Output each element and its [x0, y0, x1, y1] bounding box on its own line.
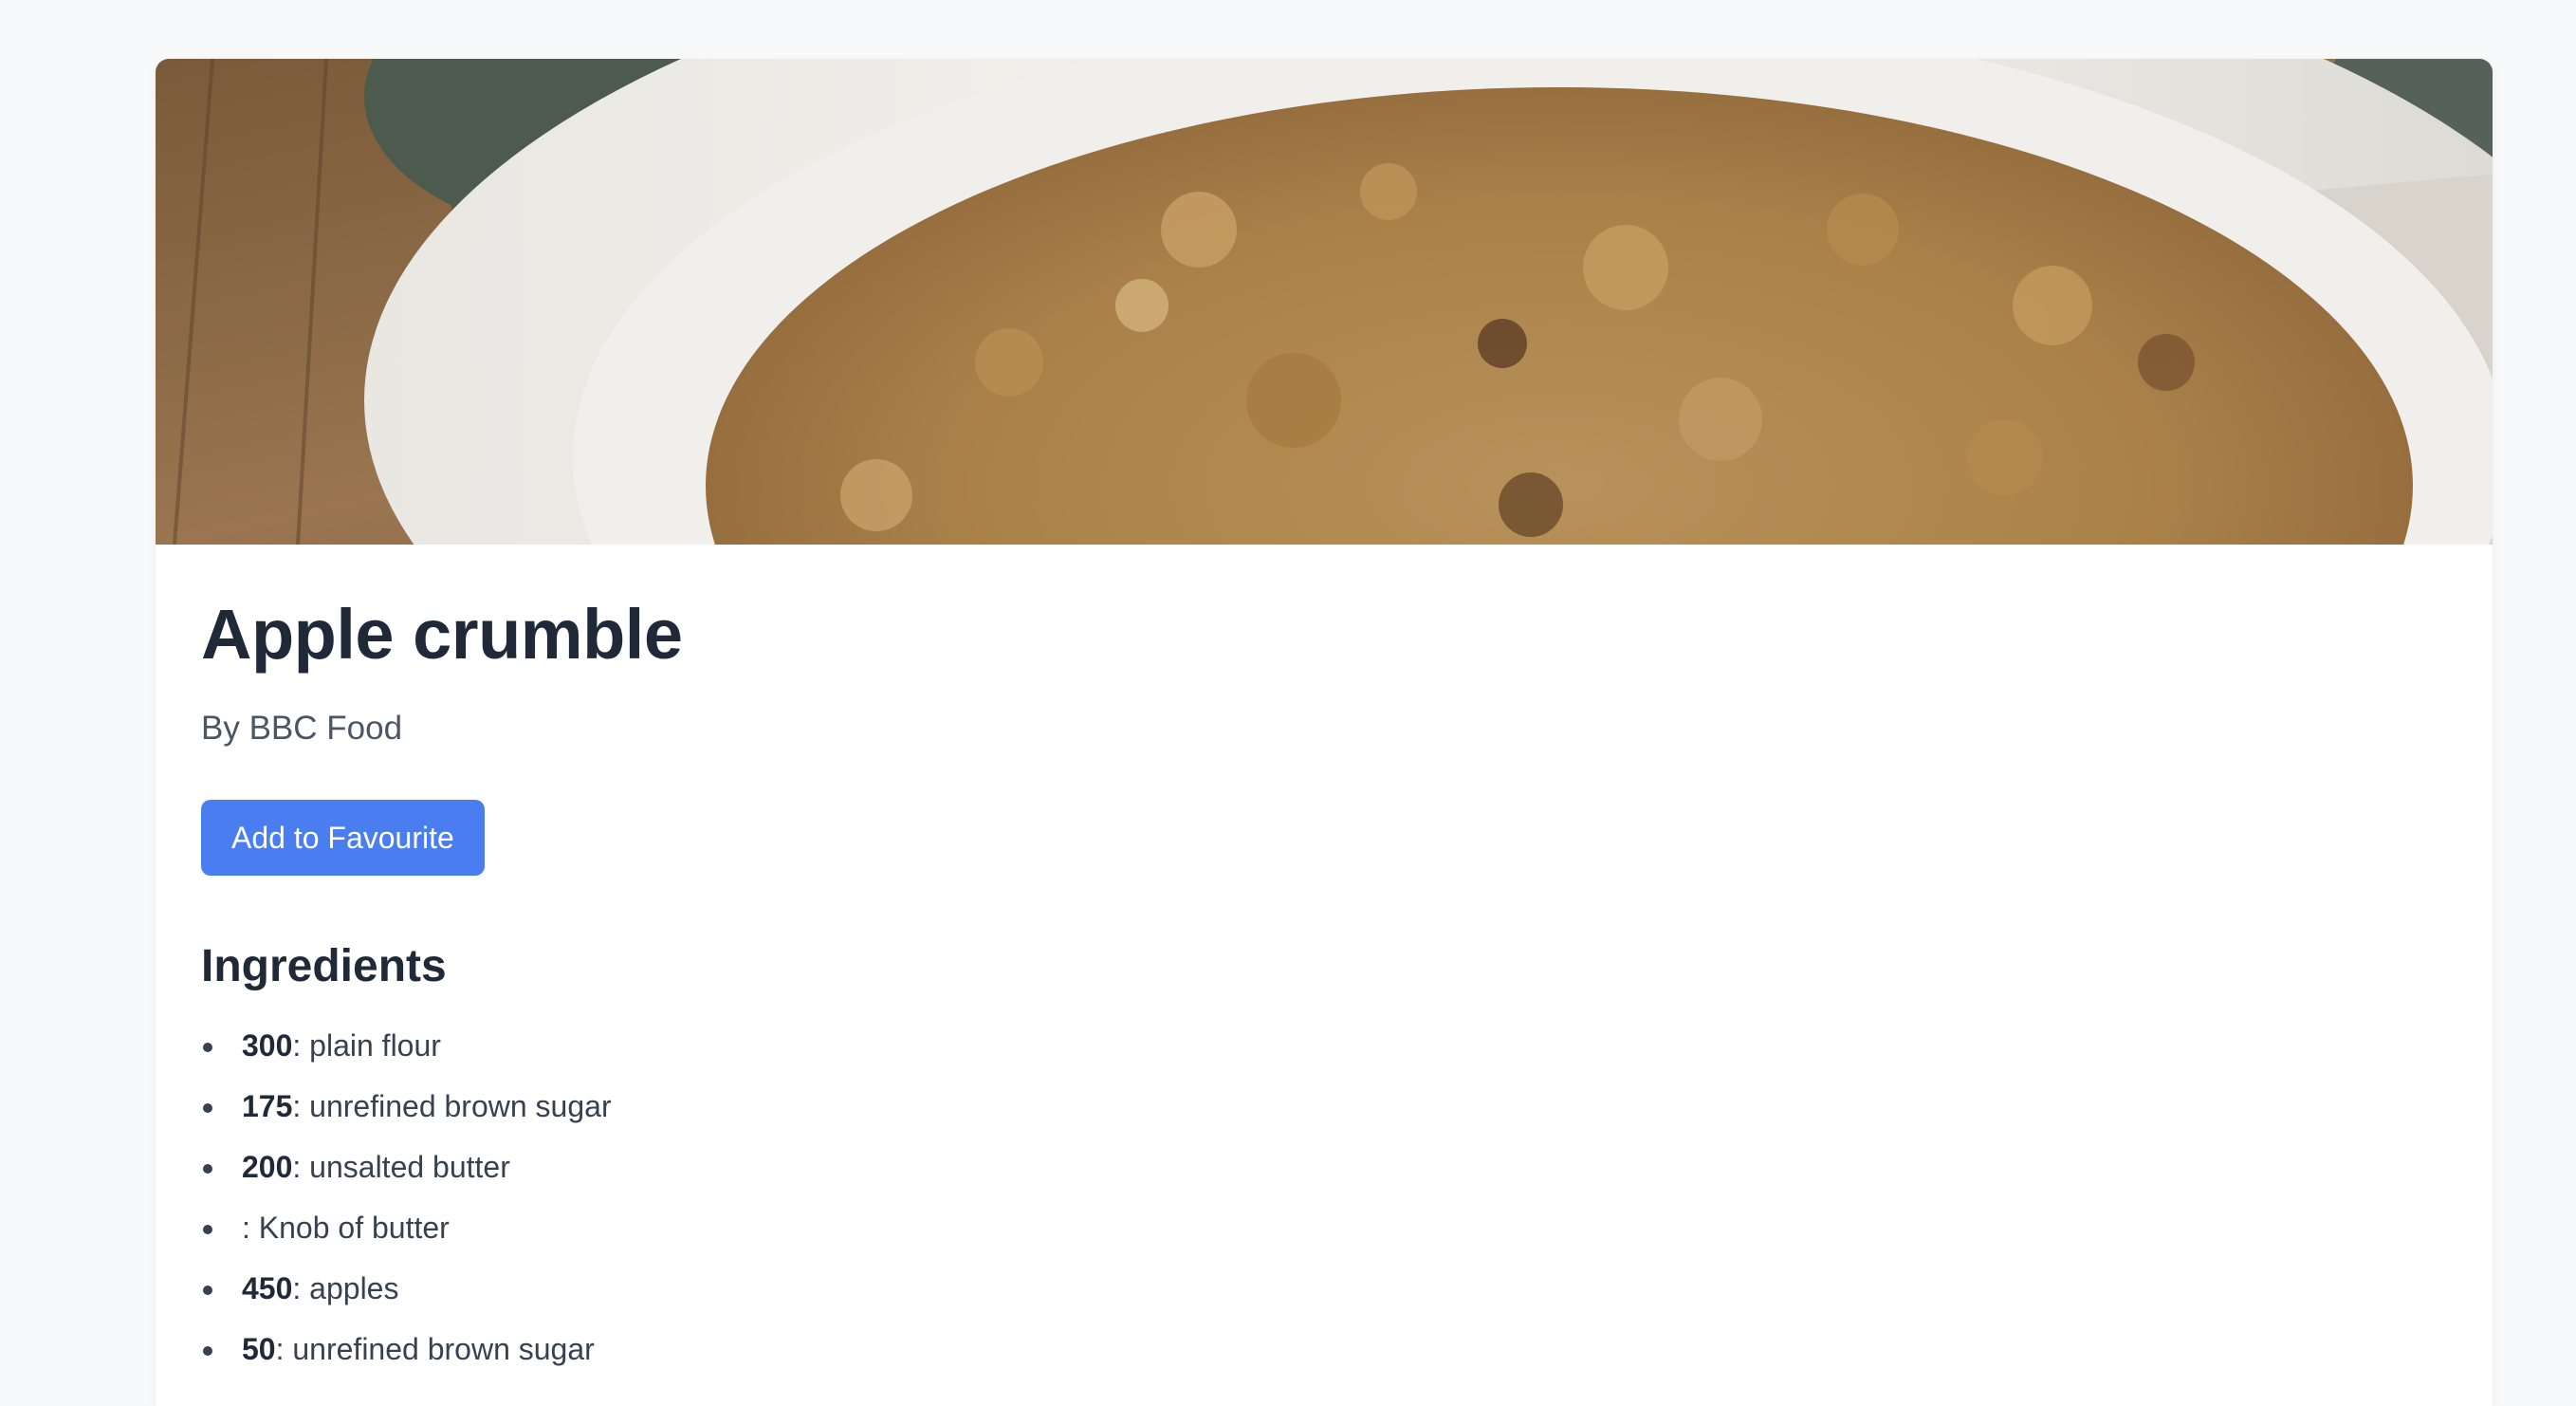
bullet-icon: [203, 1103, 212, 1113]
ingredient-separator: :: [292, 1271, 310, 1305]
ingredient-name: unrefined brown sugar: [309, 1089, 612, 1123]
ingredients-list: 300: plain flour 175: unrefined brown su…: [201, 1027, 2447, 1392]
bullet-icon: [203, 1043, 212, 1052]
ingredient-separator: :: [292, 1089, 310, 1123]
recipe-hero-image: [156, 59, 2493, 545]
ingredient-quantity: 450: [242, 1271, 293, 1305]
bullet-icon: [203, 1346, 212, 1356]
bullet-icon: [203, 1164, 212, 1174]
ingredient-name: unsalted butter: [309, 1150, 510, 1184]
ingredient-quantity: 300: [242, 1028, 293, 1063]
ingredient-item: 200: unsalted butter: [201, 1149, 2447, 1210]
ingredient-separator: :: [275, 1332, 293, 1366]
ingredient-name: plain flour: [309, 1028, 441, 1063]
ingredient-name: apples: [309, 1271, 399, 1305]
ingredient-name: unrefined brown sugar: [292, 1332, 595, 1366]
bullet-icon: [203, 1286, 212, 1295]
ingredient-quantity: 200: [242, 1150, 293, 1184]
recipe-content: Apple crumble By BBC Food Add to Favouri…: [156, 545, 2493, 1392]
ingredient-item: 175: unrefined brown sugar: [201, 1088, 2447, 1149]
ingredient-quantity: 50: [242, 1332, 276, 1366]
recipe-card: Apple crumble By BBC Food Add to Favouri…: [156, 59, 2493, 1406]
ingredient-name: Knob of butter: [258, 1211, 450, 1245]
recipe-title: Apple crumble: [201, 595, 683, 674]
ingredient-item: 450: apples: [201, 1270, 2447, 1331]
recipe-author: By BBC Food: [201, 710, 403, 747]
ingredient-quantity: 175: [242, 1089, 293, 1123]
add-to-favourite-button[interactable]: Add to Favourite: [201, 800, 485, 876]
ingredient-item: 50: unrefined brown sugar: [201, 1331, 2447, 1392]
bullet-icon: [203, 1225, 212, 1234]
ingredient-separator: :: [292, 1028, 310, 1063]
ingredients-heading: Ingredients: [201, 941, 447, 991]
ingredient-separator: :: [242, 1211, 259, 1245]
ingredient-item: : Knob of butter: [201, 1210, 2447, 1270]
ingredient-separator: :: [292, 1150, 310, 1184]
ingredient-item: 300: plain flour: [201, 1027, 2447, 1088]
